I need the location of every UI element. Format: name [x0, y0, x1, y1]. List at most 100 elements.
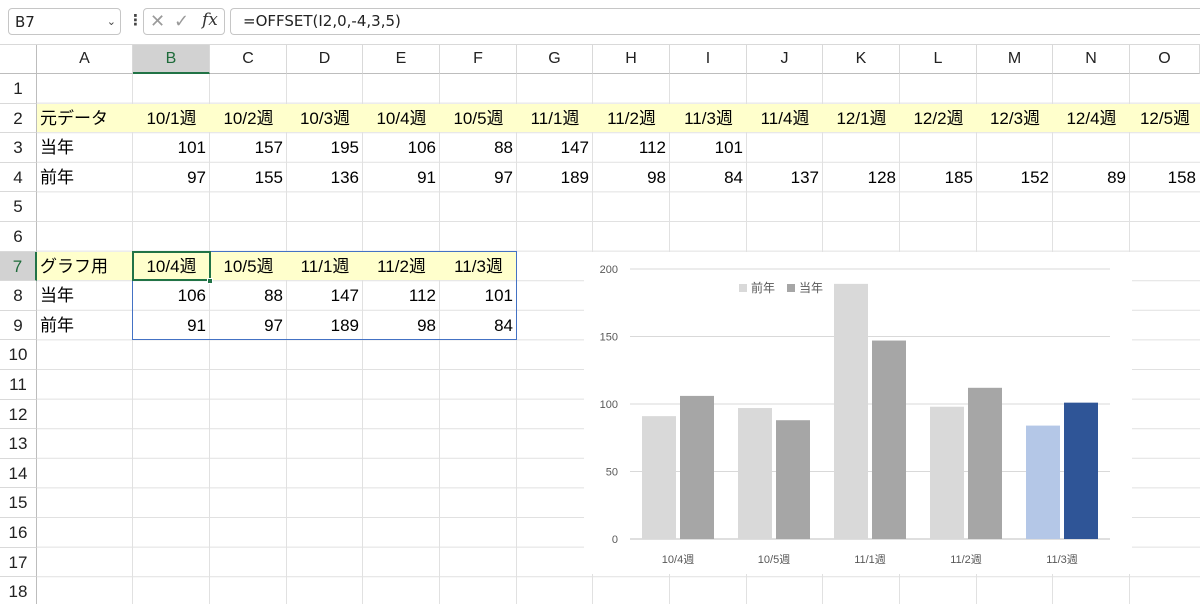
row-header-3[interactable]: 3: [0, 133, 37, 163]
bar-current[interactable]: [680, 395, 714, 539]
cancel-icon[interactable]: ✕: [150, 11, 165, 32]
column-header-j[interactable]: J: [747, 45, 823, 74]
column-header-d[interactable]: D: [287, 45, 363, 74]
source-previous-value[interactable]: 91: [363, 163, 440, 192]
source-week-header[interactable]: 12/1週: [823, 104, 900, 133]
source-current-value[interactable]: 101: [670, 133, 747, 162]
formula-input[interactable]: =OFFSET(I2,0,-4,3,5): [230, 8, 1200, 35]
row-header-6[interactable]: 6: [0, 222, 37, 252]
source-current-value[interactable]: 106: [363, 133, 440, 162]
graph-week-header[interactable]: 10/5週: [210, 252, 287, 281]
source-week-header[interactable]: 10/1週: [133, 104, 210, 133]
source-previous-value[interactable]: 152: [977, 163, 1053, 192]
source-current-label[interactable]: 当年: [37, 133, 133, 162]
row-header-18[interactable]: 18: [0, 577, 37, 604]
graph-week-header[interactable]: 11/2週: [363, 252, 440, 281]
source-previous-value[interactable]: 84: [670, 163, 747, 192]
source-previous-value[interactable]: 97: [440, 163, 517, 192]
source-week-header[interactable]: 10/3週: [287, 104, 363, 133]
bar-previous[interactable]: [1026, 425, 1060, 539]
bar-previous[interactable]: [738, 408, 772, 539]
bar-previous[interactable]: [834, 283, 868, 539]
graph-table-label[interactable]: グラフ用: [37, 252, 133, 281]
column-header-o[interactable]: O: [1130, 45, 1200, 74]
source-week-header[interactable]: 10/2週: [210, 104, 287, 133]
row-header-1[interactable]: 1: [0, 74, 37, 104]
graph-week-header[interactable]: 11/1週: [287, 252, 363, 281]
bar-current[interactable]: [872, 340, 906, 539]
source-previous-value[interactable]: 137: [747, 163, 823, 192]
source-week-header[interactable]: 11/2週: [593, 104, 670, 133]
graph-current-value[interactable]: 112: [363, 281, 440, 310]
graph-previous-value[interactable]: 84: [440, 311, 517, 340]
graph-current-value[interactable]: 88: [210, 281, 287, 310]
source-current-value[interactable]: 147: [517, 133, 593, 162]
graph-current-value[interactable]: 147: [287, 281, 363, 310]
bar-current[interactable]: [776, 420, 810, 539]
source-current-value[interactable]: 157: [210, 133, 287, 162]
graph-week-header[interactable]: 10/4週: [133, 252, 210, 281]
source-current-value[interactable]: 112: [593, 133, 670, 162]
source-week-header[interactable]: 10/5週: [440, 104, 517, 133]
row-header-17[interactable]: 17: [0, 547, 37, 578]
source-week-header[interactable]: 12/4週: [1053, 104, 1130, 133]
source-previous-value[interactable]: 128: [823, 163, 900, 192]
bar-previous[interactable]: [642, 416, 676, 539]
source-week-header[interactable]: 11/1週: [517, 104, 593, 133]
chevron-down-icon[interactable]: ⌄: [107, 15, 116, 28]
row-header-15[interactable]: 15: [0, 488, 37, 518]
graph-previous-label[interactable]: 前年: [37, 311, 133, 340]
enter-icon[interactable]: ✓: [174, 11, 189, 32]
source-week-header[interactable]: 11/4週: [747, 104, 823, 133]
column-header-i[interactable]: I: [670, 45, 747, 74]
graph-previous-value[interactable]: 97: [210, 311, 287, 340]
source-current-value[interactable]: 101: [133, 133, 210, 162]
row-header-2[interactable]: 2: [0, 103, 37, 134]
column-header-f[interactable]: F: [440, 45, 517, 74]
source-previous-value[interactable]: 158: [1130, 163, 1200, 192]
source-week-header[interactable]: 12/3週: [977, 104, 1053, 133]
source-table-label[interactable]: 元データ: [37, 104, 133, 133]
source-previous-value[interactable]: 189: [517, 163, 593, 192]
source-previous-value[interactable]: 97: [133, 163, 210, 192]
column-header-n[interactable]: N: [1053, 45, 1130, 74]
source-current-value[interactable]: 88: [440, 133, 517, 162]
graph-previous-value[interactable]: 189: [287, 311, 363, 340]
row-header-8[interactable]: 8: [0, 281, 37, 311]
row-header-11[interactable]: 11: [0, 370, 37, 400]
insert-function-icon[interactable]: fx: [202, 10, 218, 30]
fill-handle[interactable]: [207, 278, 213, 285]
more-options-icon[interactable]: ⋮: [128, 11, 143, 29]
graph-current-value[interactable]: 106: [133, 281, 210, 310]
row-header-7[interactable]: 7: [0, 251, 37, 282]
bar-current[interactable]: [1064, 402, 1098, 539]
column-header-m[interactable]: M: [977, 45, 1053, 74]
source-previous-value[interactable]: 98: [593, 163, 670, 192]
bar-chart[interactable]: 0 50 100 150 200 10/4週 10/5週 11/1週 11/2週 11/3週 前年 当…: [584, 252, 1132, 574]
column-header-e[interactable]: E: [363, 45, 440, 74]
column-header-k[interactable]: K: [823, 45, 900, 74]
row-header-14[interactable]: 14: [0, 458, 37, 489]
select-all-corner[interactable]: [0, 45, 37, 74]
column-header-l[interactable]: L: [900, 45, 977, 74]
source-week-header[interactable]: 12/5週: [1130, 104, 1200, 133]
source-week-header[interactable]: 10/4週: [363, 104, 440, 133]
row-header-13[interactable]: 13: [0, 429, 37, 459]
graph-current-value[interactable]: 101: [440, 281, 517, 310]
source-current-value[interactable]: 195: [287, 133, 363, 162]
graph-week-header[interactable]: 11/3週: [440, 252, 517, 281]
column-header-a[interactable]: A: [37, 45, 133, 74]
row-header-16[interactable]: 16: [0, 518, 37, 548]
source-week-header[interactable]: 12/2週: [900, 104, 977, 133]
column-header-g[interactable]: G: [517, 45, 593, 74]
source-previous-value[interactable]: 89: [1053, 163, 1130, 192]
row-header-4[interactable]: 4: [0, 162, 37, 193]
bar-previous[interactable]: [930, 406, 964, 539]
column-header-h[interactable]: H: [593, 45, 670, 74]
graph-previous-value[interactable]: 98: [363, 311, 440, 340]
graph-previous-value[interactable]: 91: [133, 311, 210, 340]
source-previous-value[interactable]: 136: [287, 163, 363, 192]
name-box[interactable]: B7 ⌄: [8, 8, 121, 35]
source-week-header[interactable]: 11/3週: [670, 104, 747, 133]
graph-current-label[interactable]: 当年: [37, 281, 133, 310]
